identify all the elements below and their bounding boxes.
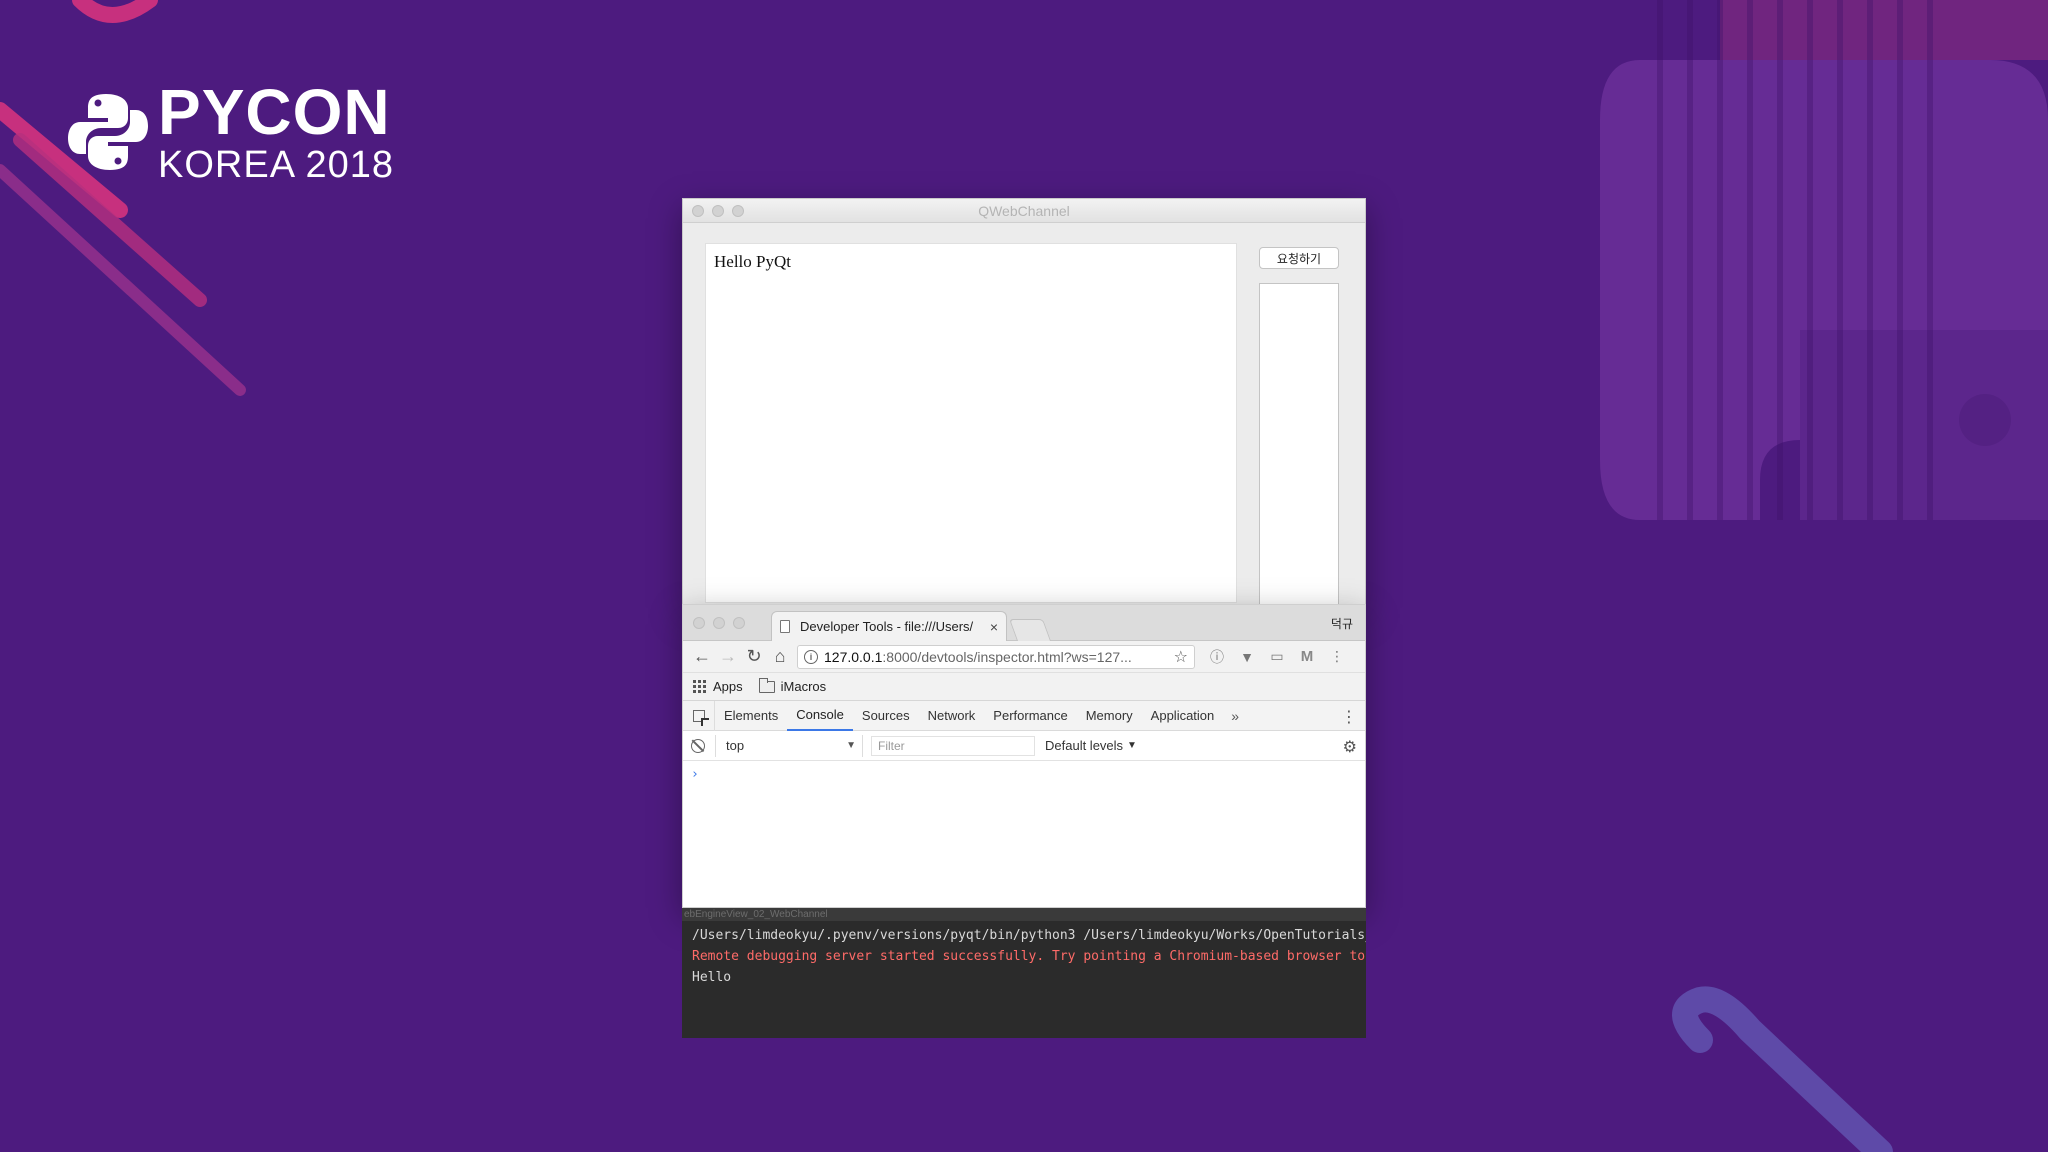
extension-icons: ⓘ ▼ ▭ M ⋮ — [1205, 647, 1349, 667]
log-levels-label: Default levels — [1045, 738, 1124, 753]
run-error-line: Remote debugging server started successf… — [682, 946, 1366, 967]
back-icon[interactable]: ← — [689, 644, 715, 670]
tab-sources[interactable]: Sources — [853, 701, 919, 731]
web-engine-view[interactable]: Hello PyQt — [705, 243, 1237, 603]
close-window-button[interactable] — [692, 205, 704, 217]
url-path: :8000/devtools/inspector.html?ws=127... — [882, 648, 1132, 665]
run-output-line: Hello — [692, 970, 732, 985]
run-console-caption: ebEngineView_02_WebChannel — [682, 908, 1366, 921]
bookmark-imacros[interactable]: iMacros — [781, 679, 827, 694]
pycon-logo: PYCON KOREA 2018 — [68, 80, 394, 184]
logo-title: PYCON — [158, 76, 391, 148]
tab-memory[interactable]: Memory — [1077, 701, 1142, 731]
web-text: Hello PyQt — [714, 252, 791, 271]
page-icon — [780, 620, 790, 633]
log-levels-dropdown[interactable]: Default levels ▼ — [1045, 738, 1137, 753]
console-output[interactable]: › — [683, 761, 1365, 877]
extension-cast-icon[interactable]: ▭ — [1265, 648, 1289, 665]
gmail-icon[interactable]: M — [1295, 648, 1319, 665]
info-icon[interactable]: i — [804, 649, 818, 664]
tab-network[interactable]: Network — [919, 701, 985, 731]
more-tabs-button[interactable]: » — [1223, 708, 1247, 724]
home-icon[interactable]: ⌂ — [767, 644, 793, 670]
address-bar[interactable]: i 127.0.0.1 :8000/devtools/inspector.htm… — [797, 644, 1195, 669]
tab-application[interactable]: Application — [1142, 701, 1224, 731]
forward-icon[interactable]: → — [715, 644, 741, 670]
extension-shield-icon[interactable]: ▼ — [1235, 649, 1259, 665]
new-tab-button[interactable] — [1008, 619, 1052, 641]
run-error-text: Remote debugging server started successf… — [692, 949, 1366, 964]
chevron-down-icon: ▼ — [846, 740, 856, 751]
url-host: 127.0.0.1 — [824, 648, 883, 665]
ide-run-console: ebEngineView_02_WebChannel /Users/limdeo… — [682, 908, 1366, 1038]
close-icon[interactable]: × — [990, 619, 998, 635]
profile-name[interactable]: 덕규 — [1331, 615, 1353, 632]
zoom-window-button[interactable] — [732, 205, 744, 217]
browser-toolbar: ← → ↻ ⌂ i 127.0.0.1 :8000/devtools/inspe… — [683, 641, 1365, 673]
browser-tab[interactable]: Developer Tools - file:///Users/ × — [771, 611, 1007, 641]
python-logo-icon — [68, 94, 148, 170]
filter-input[interactable] — [871, 735, 1035, 756]
tab-strip: Developer Tools - file:///Users/ × 덕규 — [683, 605, 1365, 641]
reload-icon[interactable]: ↻ — [741, 644, 767, 670]
browser-close-button[interactable] — [693, 617, 705, 629]
bookmarks-bar: Apps iMacros — [683, 673, 1365, 701]
devtools-tabs: Elements Console Sources Network Perform… — [683, 700, 1365, 731]
inspect-icon[interactable] — [683, 700, 715, 731]
context-value: top — [726, 738, 745, 753]
context-select[interactable]: top ▼ — [715, 734, 863, 757]
run-command-line: /Users/limdeokyu/.pyenv/versions/pyqt/bi… — [692, 928, 1366, 943]
tab-performance[interactable]: Performance — [984, 701, 1076, 731]
minimize-window-button[interactable] — [712, 205, 724, 217]
browser-minimize-button[interactable] — [713, 617, 725, 629]
devtools-menu-icon[interactable]: ⋮ — [1341, 707, 1357, 727]
result-list[interactable] — [1259, 283, 1339, 609]
apps-icon[interactable] — [693, 680, 706, 693]
tab-title: Developer Tools - file:///Users/ — [800, 619, 974, 634]
bookmark-apps[interactable]: Apps — [713, 679, 743, 694]
console-toolbar: top ▼ Default levels ▼ ⚙ — [683, 731, 1365, 761]
qt-titlebar[interactable]: QWebChannel — [683, 199, 1365, 223]
levels-chevron-icon: ▼ — [1127, 740, 1137, 751]
extension-info-icon[interactable]: ⓘ — [1205, 647, 1229, 667]
folder-icon — [758, 677, 775, 693]
window-controls[interactable] — [692, 205, 744, 217]
clear-console-icon[interactable] — [691, 738, 705, 753]
qt-window: QWebChannel Hello PyQt 요청하기 — [682, 198, 1366, 609]
browser-window-controls[interactable] — [693, 617, 745, 629]
window-title: QWebChannel — [978, 202, 1070, 219]
console-prompt: › — [691, 767, 699, 782]
devtools-browser-window: Developer Tools - file:///Users/ × 덕규 ← … — [682, 604, 1366, 908]
browser-zoom-button[interactable] — [733, 617, 745, 629]
request-button[interactable]: 요청하기 — [1259, 247, 1339, 269]
tab-elements[interactable]: Elements — [715, 701, 787, 731]
settings-icon[interactable]: ⚙ — [1343, 737, 1357, 757]
kebab-menu-icon[interactable]: ⋮ — [1325, 648, 1349, 665]
star-icon[interactable]: ☆ — [1174, 647, 1188, 667]
tab-console[interactable]: Console — [787, 701, 853, 731]
logo-subtitle: KOREA 2018 — [158, 144, 395, 186]
